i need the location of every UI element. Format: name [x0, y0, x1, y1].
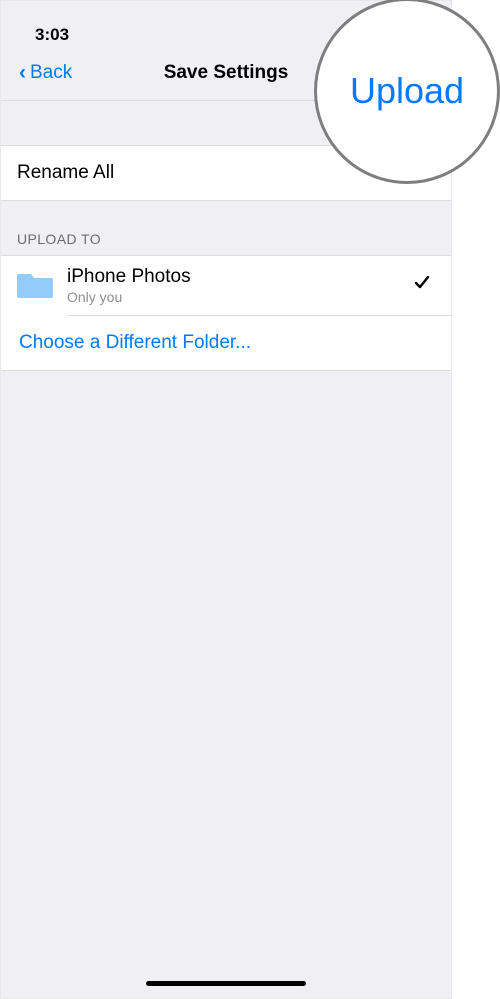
chevron-left-icon: ‹: [19, 62, 26, 83]
checkmark-icon: [413, 274, 431, 297]
folder-subtitle: Only you: [67, 289, 413, 305]
zoom-highlight: Upload: [314, 0, 500, 184]
section-header-upload-to: UPLOAD TO: [1, 201, 451, 255]
separator: [1, 315, 451, 316]
folder-name: iPhone Photos: [67, 266, 413, 289]
zoom-upload-label: Upload: [350, 70, 464, 112]
choose-folder-row[interactable]: Choose a Different Folder...: [1, 316, 451, 371]
folder-icon: [17, 270, 53, 300]
back-label: Back: [30, 62, 72, 84]
folder-text: iPhone Photos Only you: [67, 266, 413, 305]
folder-row[interactable]: iPhone Photos Only you: [1, 255, 451, 315]
back-button[interactable]: ‹ Back: [19, 62, 72, 84]
home-indicator: [146, 981, 306, 986]
status-time: 3:03: [35, 25, 69, 45]
choose-folder-label: Choose a Different Folder...: [19, 332, 251, 353]
rename-all-label: Rename All: [17, 162, 114, 184]
page-title: Save Settings: [164, 62, 289, 84]
